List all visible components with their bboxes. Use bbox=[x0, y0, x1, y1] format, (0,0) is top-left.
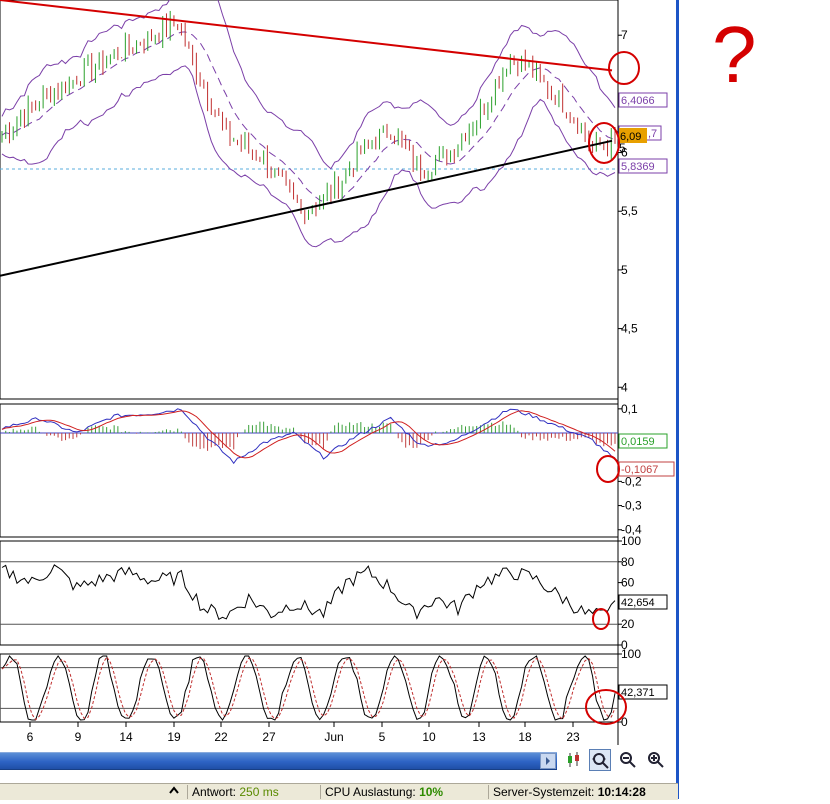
cpu-cell: CPU Auslastung: 10% bbox=[320, 785, 485, 799]
stoch-k-line bbox=[1, 655, 616, 721]
x-tick-label: 18 bbox=[518, 730, 532, 744]
server-time-cell: Server-Systemzeit: 10:14:28 bbox=[488, 785, 677, 799]
horizontal-scrollbar[interactable] bbox=[0, 752, 557, 770]
zoom-range-button[interactable] bbox=[589, 749, 611, 771]
chevron-right-icon bbox=[546, 757, 550, 765]
x-tick-label: 5 bbox=[379, 730, 386, 744]
rsi-panel-frame bbox=[0, 540, 619, 646]
x-tick-label: 14 bbox=[119, 730, 133, 744]
x-tick-label: 6 bbox=[27, 730, 34, 744]
x-tick-label: 10 bbox=[422, 730, 436, 744]
x-tick-label: 19 bbox=[167, 730, 181, 744]
y-tick-label: 100 bbox=[621, 534, 641, 548]
status-bar: Antwort: 250 ms CPU Auslastung: 10% Serv… bbox=[0, 783, 678, 800]
bollinger-upper-band bbox=[1, 0, 616, 170]
svg-text:42,371: 42,371 bbox=[621, 687, 655, 699]
server-time-label: Server-Systemzeit: bbox=[493, 785, 595, 799]
chart-window: 7 6 5,5 5 4,5 4 0,1 -0,2 -0,3 -0,4 100 80 60 20 0 100 0 … bbox=[0, 0, 830, 800]
bollinger-middle-band bbox=[1, 31, 616, 205]
svg-text:6,4066: 6,4066 bbox=[621, 95, 655, 107]
zoom-in-button[interactable] bbox=[645, 749, 667, 771]
macd-panel-frame bbox=[0, 403, 619, 538]
svg-text:5,8369: 5,8369 bbox=[621, 161, 655, 173]
macd-histogram-value-box: 0,0159 bbox=[618, 433, 668, 449]
x-tick-label: Jun bbox=[324, 730, 343, 744]
rsi-value-box: 42,654 bbox=[618, 594, 668, 610]
x-tick-label: 13 bbox=[472, 730, 486, 744]
zoom-in-icon bbox=[648, 752, 664, 768]
y-tick-label: 20 bbox=[621, 617, 635, 631]
question-mark-annotation: ? bbox=[712, 10, 757, 99]
y-tick-label: -0,3 bbox=[621, 499, 642, 513]
x-tick-label: 27 bbox=[262, 730, 276, 744]
y-tick-label: 100 bbox=[621, 647, 641, 661]
y-tick-label: 5,5 bbox=[621, 204, 638, 218]
svg-text:-0,1067: -0,1067 bbox=[621, 464, 658, 476]
annotation-circle bbox=[592, 608, 610, 630]
scroll-right-button[interactable] bbox=[540, 753, 556, 769]
y-tick-label: 4,5 bbox=[621, 322, 638, 336]
chart-canvas: 765,554,540,1-0,2-0,3-0,410080602001000 … bbox=[0, 0, 757, 745]
x-tick-label: 9 bbox=[75, 730, 82, 744]
y-tick-label: 7 bbox=[621, 28, 628, 42]
partial-y-label: 5 bbox=[619, 141, 626, 155]
y-tick-label: 5 bbox=[621, 263, 628, 277]
response-time-cell: Antwort: 250 ms bbox=[187, 785, 316, 799]
caret-up-icon[interactable] bbox=[168, 784, 180, 799]
candlestick-icon bbox=[568, 752, 579, 767]
cpu-label: CPU Auslastung: bbox=[325, 785, 416, 799]
support-trendline bbox=[0, 139, 613, 277]
rsi-line bbox=[1, 564, 616, 621]
y-tick-label: 4 bbox=[621, 380, 628, 394]
server-time-value: 10:14:28 bbox=[597, 785, 646, 799]
stoch-value-box: 42,371 bbox=[618, 684, 668, 700]
svg-text:0,0159: 0,0159 bbox=[621, 436, 655, 448]
x-tick-label: 22 bbox=[214, 730, 228, 744]
y-tick-label: 0,1 bbox=[621, 402, 638, 416]
y-tick-label: 60 bbox=[621, 576, 635, 590]
zoom-out-icon bbox=[620, 752, 636, 768]
macd-value-box: -0,1067 bbox=[618, 461, 675, 477]
chart-style-button[interactable] bbox=[563, 749, 585, 771]
cpu-value: 10% bbox=[419, 785, 444, 799]
stoch-d-line bbox=[1, 655, 616, 721]
x-tick-label: 23 bbox=[566, 730, 580, 744]
annotation-circle bbox=[596, 455, 620, 483]
svg-text:42,654: 42,654 bbox=[621, 597, 655, 609]
svg-text:,7: ,7 bbox=[648, 128, 657, 140]
zoom-out-button[interactable] bbox=[617, 749, 639, 771]
lower-band-value-box: 5,8369 bbox=[618, 158, 668, 174]
zoom-fit-icon bbox=[592, 753, 609, 769]
upper-band-value-box: 6,4066 bbox=[618, 92, 668, 108]
response-label: Antwort: bbox=[192, 785, 237, 799]
y-tick-label: 80 bbox=[621, 555, 635, 569]
response-value: 250 ms bbox=[239, 785, 279, 799]
window-border bbox=[676, 0, 679, 799]
annotation-circle bbox=[608, 51, 640, 85]
